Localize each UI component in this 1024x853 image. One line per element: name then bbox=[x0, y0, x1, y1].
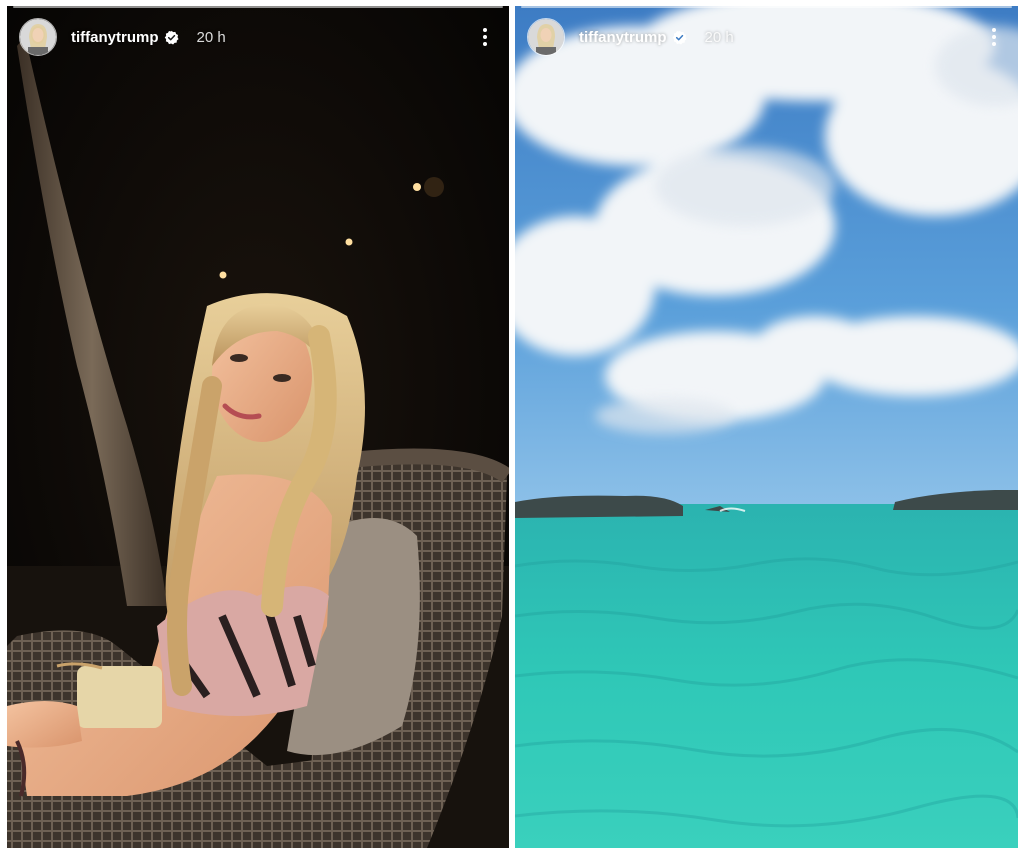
story-header: tiffanytrump 20 h bbox=[527, 18, 1006, 56]
story-progress-bar bbox=[13, 6, 503, 8]
avatar-image bbox=[20, 19, 56, 55]
username[interactable]: tiffanytrump bbox=[579, 29, 667, 46]
username[interactable]: tiffanytrump bbox=[71, 29, 159, 46]
story-progress-bar bbox=[521, 6, 1012, 8]
verified-badge-icon bbox=[672, 30, 687, 45]
timestamp: 20 h bbox=[196, 28, 226, 46]
avatar[interactable] bbox=[527, 18, 565, 56]
night-portrait-photo bbox=[7, 6, 509, 848]
story-panel-left[interactable]: tiffanytrump 20 h bbox=[7, 6, 509, 848]
story-header: tiffanytrump 20 h bbox=[19, 18, 497, 56]
more-options-icon[interactable] bbox=[982, 22, 1006, 52]
story-panel-right[interactable]: tiffanytrump 20 h bbox=[515, 6, 1018, 848]
avatar-image bbox=[528, 19, 564, 55]
more-options-icon[interactable] bbox=[473, 22, 497, 52]
ocean-sky-photo bbox=[515, 6, 1018, 848]
timestamp: 20 h bbox=[704, 28, 734, 46]
verified-badge-icon bbox=[164, 30, 179, 45]
avatar[interactable] bbox=[19, 18, 57, 56]
